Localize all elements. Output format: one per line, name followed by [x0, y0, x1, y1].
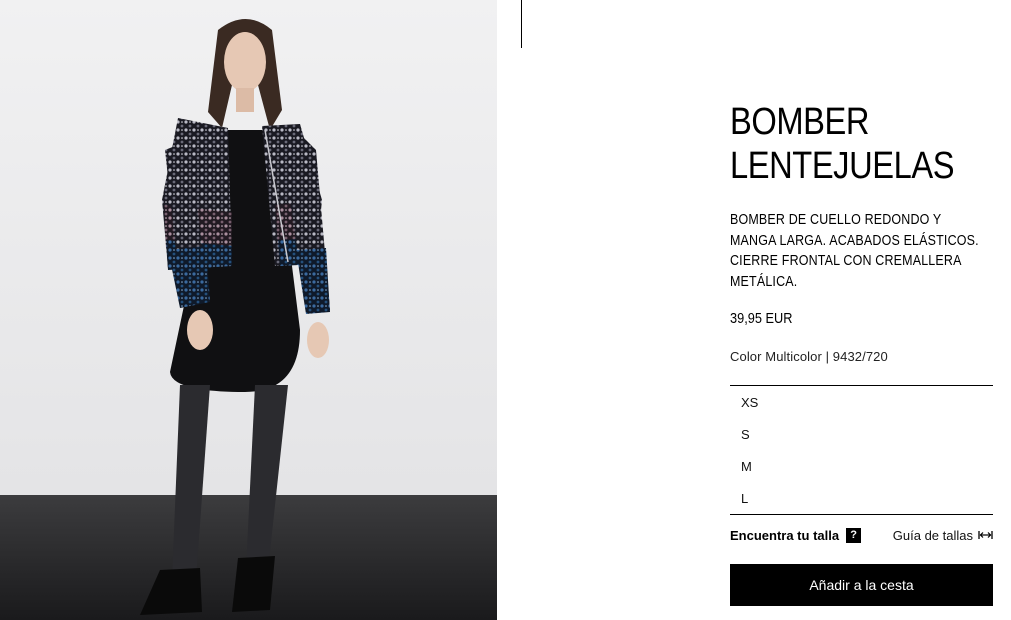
size-option-m[interactable]: M: [741, 459, 752, 474]
size-option-xs[interactable]: XS: [741, 395, 758, 410]
size-option-l[interactable]: L: [741, 491, 748, 506]
find-your-size-link[interactable]: Encuentra tu talla ?: [730, 528, 862, 543]
size-option-s[interactable]: S: [741, 427, 750, 442]
product-page: BOMBER LENTEJUELAS BOMBER DE CUELLO REDO…: [0, 0, 1011, 620]
size-guide-link[interactable]: Guía de tallas: [893, 528, 993, 543]
scroll-indicator: [521, 0, 522, 48]
add-to-cart-button[interactable]: Añadir a la cesta: [730, 564, 993, 606]
ruler-icon: [978, 528, 993, 543]
size-help-row: Encuentra tu talla ? Guía de tallas: [730, 528, 993, 546]
product-title: BOMBER LENTEJUELAS: [730, 101, 955, 187]
product-price: 39,95 EUR: [730, 311, 793, 327]
size-guide-label: Guía de tallas: [892, 528, 973, 543]
find-your-size-label: Encuentra tu talla: [730, 528, 840, 543]
product-color-reference: Color Multicolor | 9432/720: [730, 349, 888, 364]
product-description: BOMBER DE CUELLO REDONDO Y MANGA LARGA. …: [730, 212, 979, 290]
question-icon: ?: [846, 528, 862, 543]
product-photo[interactable]: [0, 0, 497, 620]
size-selector: XS S M L: [730, 385, 993, 515]
